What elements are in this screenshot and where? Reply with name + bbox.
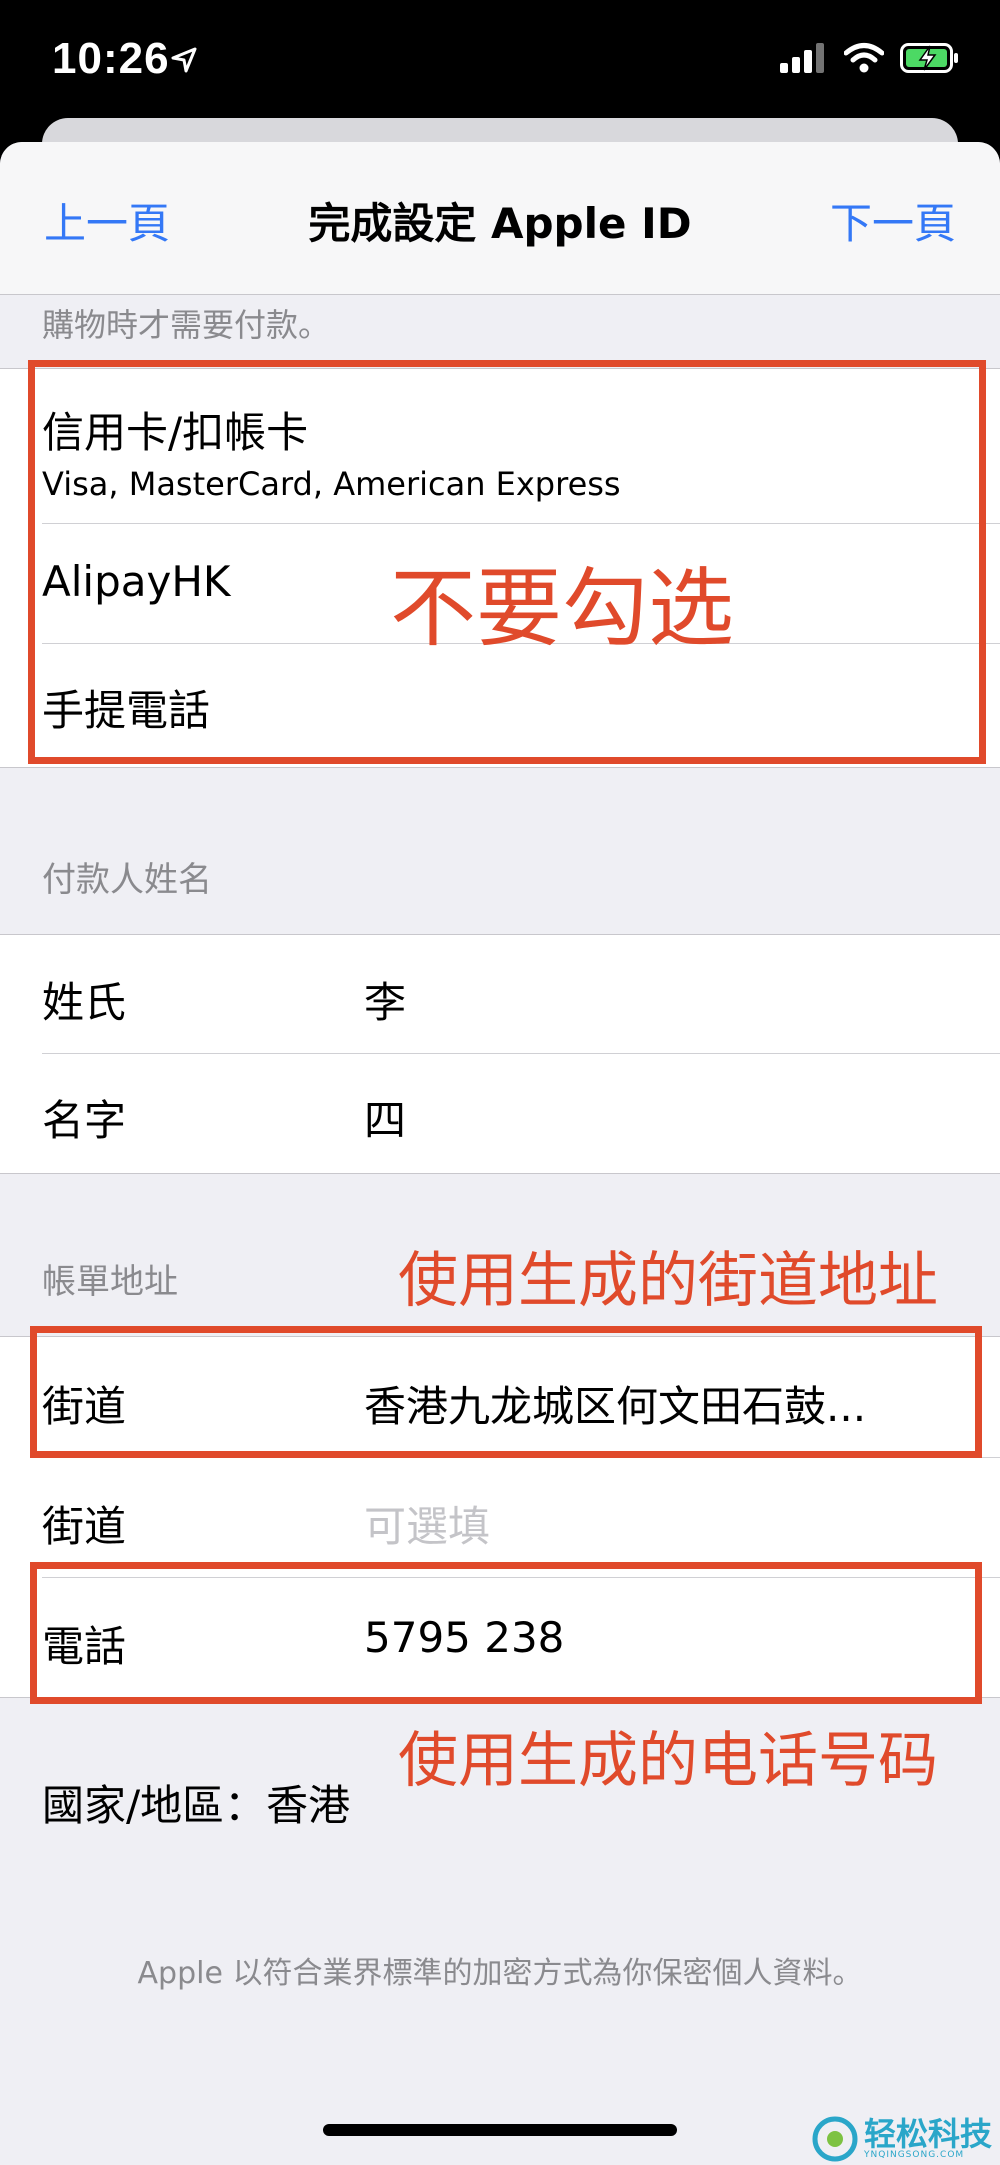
watermark: 轻松科技 YNQINGSONG.COM (812, 2112, 1000, 2165)
watermark-subtext: YNQINGSONG.COM (864, 2149, 965, 2160)
battery-charging-icon (900, 43, 958, 73)
location-arrow-icon (171, 47, 197, 73)
status-time: 10:26 (52, 34, 170, 83)
first-name-field[interactable]: 四 (364, 1087, 406, 1148)
annotation-box-street (30, 1326, 982, 1458)
country-region-text: 國家/地區：香港 (42, 1781, 351, 1830)
billing-address-header: 帳單地址 (42, 1262, 178, 1302)
navigation-bar: 上一頁 完成設定 Apple ID 下一頁 (0, 142, 1000, 295)
annotation-no-check: 不要勾选 (390, 559, 734, 659)
home-indicator (323, 2124, 677, 2136)
last-name-label: 姓氏 (42, 978, 127, 1027)
privacy-note: Apple 以符合業界標準的加密方式為你保密個人資料。 (137, 1956, 863, 1991)
annotation-use-phone: 使用生成的电话号码 (398, 1726, 938, 1796)
last-name-row[interactable]: 姓氏 李 (42, 935, 1000, 1054)
payer-name-header: 付款人姓名 (42, 860, 212, 900)
annotation-use-street: 使用生成的街道地址 (398, 1246, 938, 1316)
next-page-button[interactable]: 下一頁 (830, 190, 956, 251)
status-bar: 10:26 (0, 0, 1000, 120)
watermark-text: 轻松科技 (864, 2114, 993, 2153)
payment-header-partial: 購物時才需要付款。 (42, 306, 331, 344)
first-name-label: 名字 (42, 1096, 127, 1145)
first-name-row[interactable]: 名字 四 (42, 1053, 1000, 1171)
payer-name-group: 姓氏 李 名字 四 (0, 934, 1000, 1174)
cellular-signal-icon (780, 43, 824, 73)
last-name-field[interactable]: 李 (364, 969, 406, 1030)
watermark-logo-icon (812, 2116, 858, 2161)
wifi-icon (844, 43, 884, 73)
annotation-box-phone (30, 1562, 982, 1704)
street-label: 街道 (42, 1502, 127, 1551)
street-row-2[interactable]: 街道 可選填 (42, 1457, 1000, 1578)
street-optional-field[interactable]: 可選填 (364, 1493, 490, 1554)
